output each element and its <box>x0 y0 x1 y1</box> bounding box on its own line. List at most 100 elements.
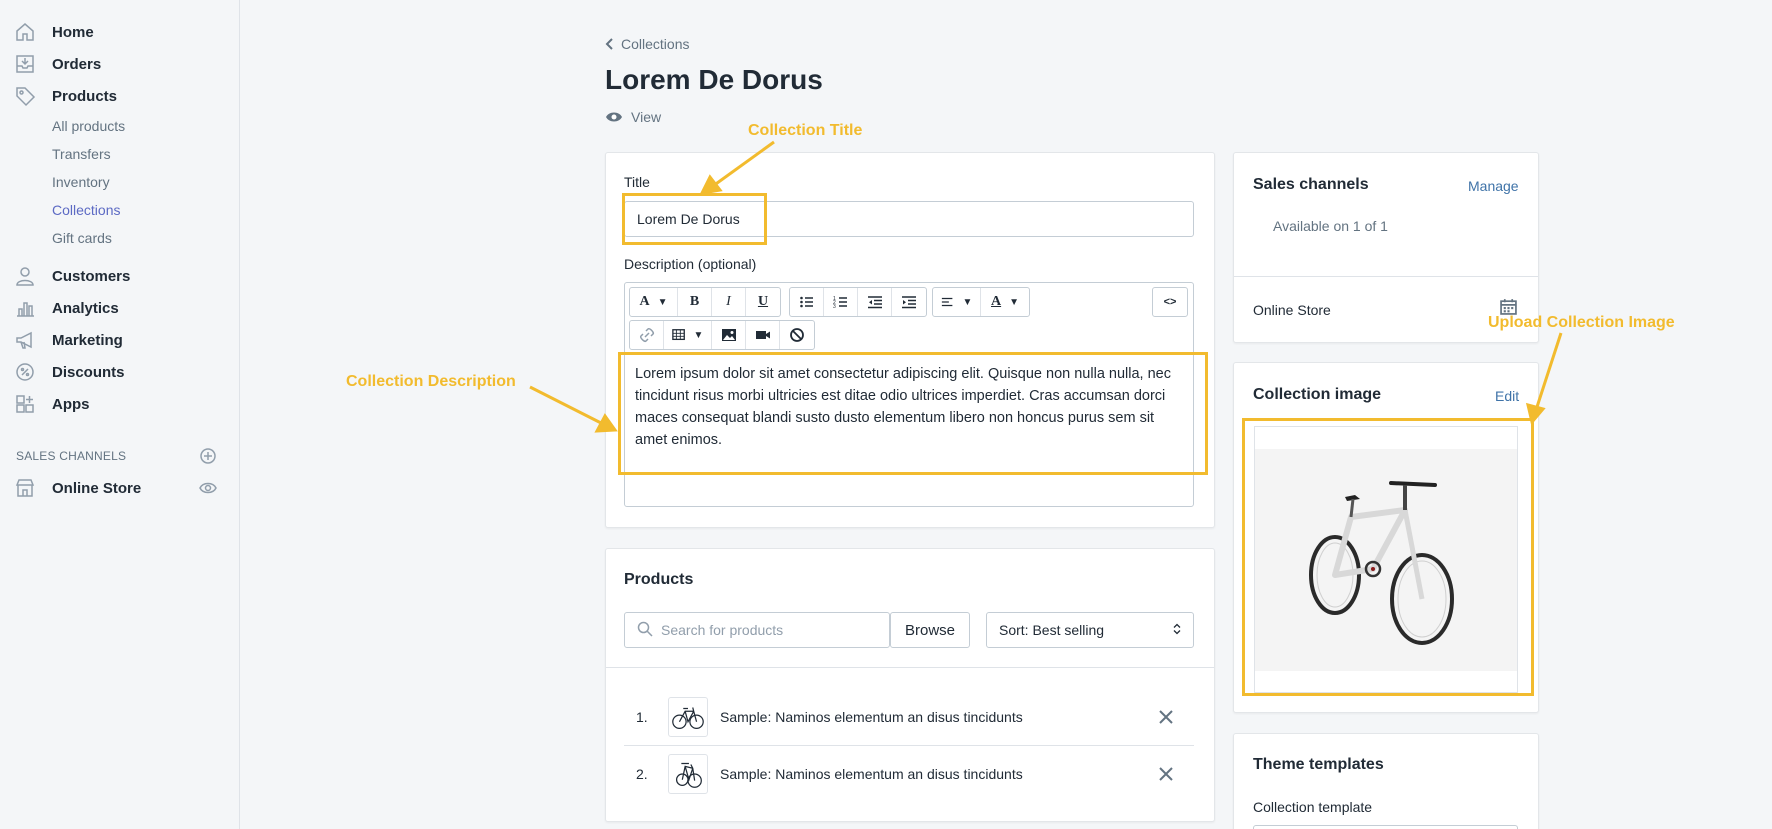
title-label: Title <box>624 174 650 190</box>
sort-select-label: Sort: Best selling <box>999 622 1105 638</box>
breadcrumb-back[interactable]: Collections <box>605 36 689 52</box>
nav-home[interactable]: Home <box>0 17 239 47</box>
image-arrow-line <box>1534 332 1563 411</box>
view-store-eye-icon[interactable] <box>198 478 218 498</box>
sidebar: Home Orders Products All products Transf… <box>0 0 240 829</box>
nav-apps[interactable]: Apps <box>0 389 239 419</box>
view-label: View <box>631 109 662 125</box>
select-arrows-icon <box>1173 623 1181 635</box>
align-dropdown[interactable]: ▼ <box>933 288 981 316</box>
nav-products[interactable]: Products <box>0 81 239 111</box>
nav-discounts[interactable]: Discounts <box>0 357 239 387</box>
apps-icon <box>14 393 36 415</box>
sort-select[interactable]: Sort: Best selling <box>986 612 1194 648</box>
link-icon[interactable] <box>630 321 664 349</box>
bullet-list-icon[interactable] <box>790 288 824 316</box>
nav-online-store-label: Online Store <box>52 479 142 497</box>
view-button[interactable]: View <box>605 109 661 125</box>
edit-image-link[interactable]: Edit <box>1495 388 1519 404</box>
store-icon <box>14 477 36 499</box>
product-row-number: 2. <box>636 765 648 782</box>
font-toolbar-group: A ▼ B I U <box>629 287 781 317</box>
product-search-input[interactable]: Search for products <box>624 612 890 648</box>
clear-formatting-icon[interactable] <box>780 321 814 349</box>
image-icon[interactable] <box>712 321 746 349</box>
nav-marketing-label: Marketing <box>52 331 123 349</box>
available-text: Available on 1 of 1 <box>1273 218 1388 234</box>
insert-toolbar-group: ▼ <box>629 320 815 350</box>
title-highlight-box <box>622 193 767 245</box>
numbered-list-icon[interactable]: 123 <box>824 288 858 316</box>
underline-button[interactable]: U <box>746 288 780 316</box>
italic-button[interactable]: I <box>712 288 746 316</box>
nav-products-label: Products <box>52 87 118 105</box>
subnav-collections[interactable]: Collections <box>52 202 120 218</box>
bar-chart-icon <box>14 297 36 319</box>
product-thumbnail <box>668 696 708 737</box>
discount-icon <box>14 361 36 383</box>
browse-button[interactable]: Browse <box>890 612 970 648</box>
product-row[interactable]: 1. Sample: Naminos elementum an disus ti… <box>624 688 1194 745</box>
html-toolbar-group: <> <box>1152 287 1188 317</box>
html-toggle-button[interactable]: <> <box>1153 288 1187 316</box>
product-name[interactable]: Sample: Naminos elementum an disus tinci… <box>720 709 1023 725</box>
theme-templates-title: Theme templates <box>1253 756 1384 773</box>
bicycle-icon <box>672 706 704 729</box>
description-label: Description (optional) <box>624 256 757 272</box>
nav-apps-label: Apps <box>52 395 90 413</box>
nav-analytics[interactable]: Analytics <box>0 293 239 323</box>
nav-orders[interactable]: Orders <box>0 49 239 79</box>
upload-image-annotation: Upload Collection Image <box>1488 314 1675 331</box>
online-store-channel: Online Store <box>1253 302 1331 318</box>
home-icon <box>14 21 36 43</box>
font-dropdown[interactable]: A ▼ <box>630 288 678 316</box>
calendar-icon[interactable] <box>1500 298 1517 315</box>
tag-icon <box>14 85 36 107</box>
video-icon[interactable] <box>746 321 780 349</box>
remove-product-icon[interactable] <box>1158 766 1174 782</box>
align-toolbar-group: ▼ A ▼ <box>932 287 1030 317</box>
subnav-all-products[interactable]: All products <box>52 118 125 134</box>
nav-marketing[interactable]: Marketing <box>0 325 239 355</box>
product-name[interactable]: Sample: Naminos elementum an disus tinci… <box>720 766 1023 782</box>
text-color-dropdown[interactable]: A ▼ <box>981 288 1029 316</box>
image-highlight-box <box>1242 418 1534 696</box>
svg-text:3: 3 <box>833 304 836 310</box>
orders-icon <box>14 53 36 75</box>
collection-template-select[interactable] <box>1253 825 1518 829</box>
subnav-inventory[interactable]: Inventory <box>52 174 110 190</box>
subnav-transfers[interactable]: Transfers <box>52 146 111 162</box>
nav-customers[interactable]: Customers <box>0 261 239 291</box>
person-icon <box>14 265 36 287</box>
outdent-icon[interactable] <box>858 288 892 316</box>
description-arrow-line <box>529 385 604 426</box>
chevron-left-icon <box>605 38 613 50</box>
remove-product-icon[interactable] <box>1158 709 1174 725</box>
bold-button[interactable]: B <box>678 288 712 316</box>
collection-template-label: Collection template <box>1253 799 1373 815</box>
collection-description-annotation: Collection Description <box>346 373 516 390</box>
manage-link[interactable]: Manage <box>1468 178 1519 194</box>
table-dropdown[interactable]: ▼ <box>664 321 712 349</box>
product-row[interactable]: 2. Sample: Naminos elementum an disus ti… <box>624 745 1194 802</box>
nav-analytics-label: Analytics <box>52 299 119 317</box>
nav-home-label: Home <box>52 23 94 41</box>
add-channel-icon[interactable] <box>198 446 218 466</box>
search-icon <box>637 621 653 637</box>
nav-orders-label: Orders <box>52 55 102 73</box>
collection-image-title: Collection image <box>1253 386 1382 403</box>
page-title: Lorem De Dorus <box>605 64 823 95</box>
indent-icon[interactable] <box>892 288 926 316</box>
bicycle-icon <box>675 762 702 788</box>
sales-channels-heading: SALES CHANNELS <box>16 449 127 463</box>
list-toolbar-group: 123 <box>789 287 927 317</box>
sales-channels-title: Sales channels <box>1253 176 1369 193</box>
divider <box>606 667 1214 668</box>
subnav-gift-cards[interactable]: Gift cards <box>52 230 112 246</box>
description-highlight-box <box>618 352 1208 475</box>
eye-icon <box>606 112 622 122</box>
products-title: Products <box>624 571 694 588</box>
breadcrumb-label: Collections <box>621 36 690 52</box>
nav-discounts-label: Discounts <box>52 363 125 381</box>
product-row-number: 1. <box>636 708 648 725</box>
